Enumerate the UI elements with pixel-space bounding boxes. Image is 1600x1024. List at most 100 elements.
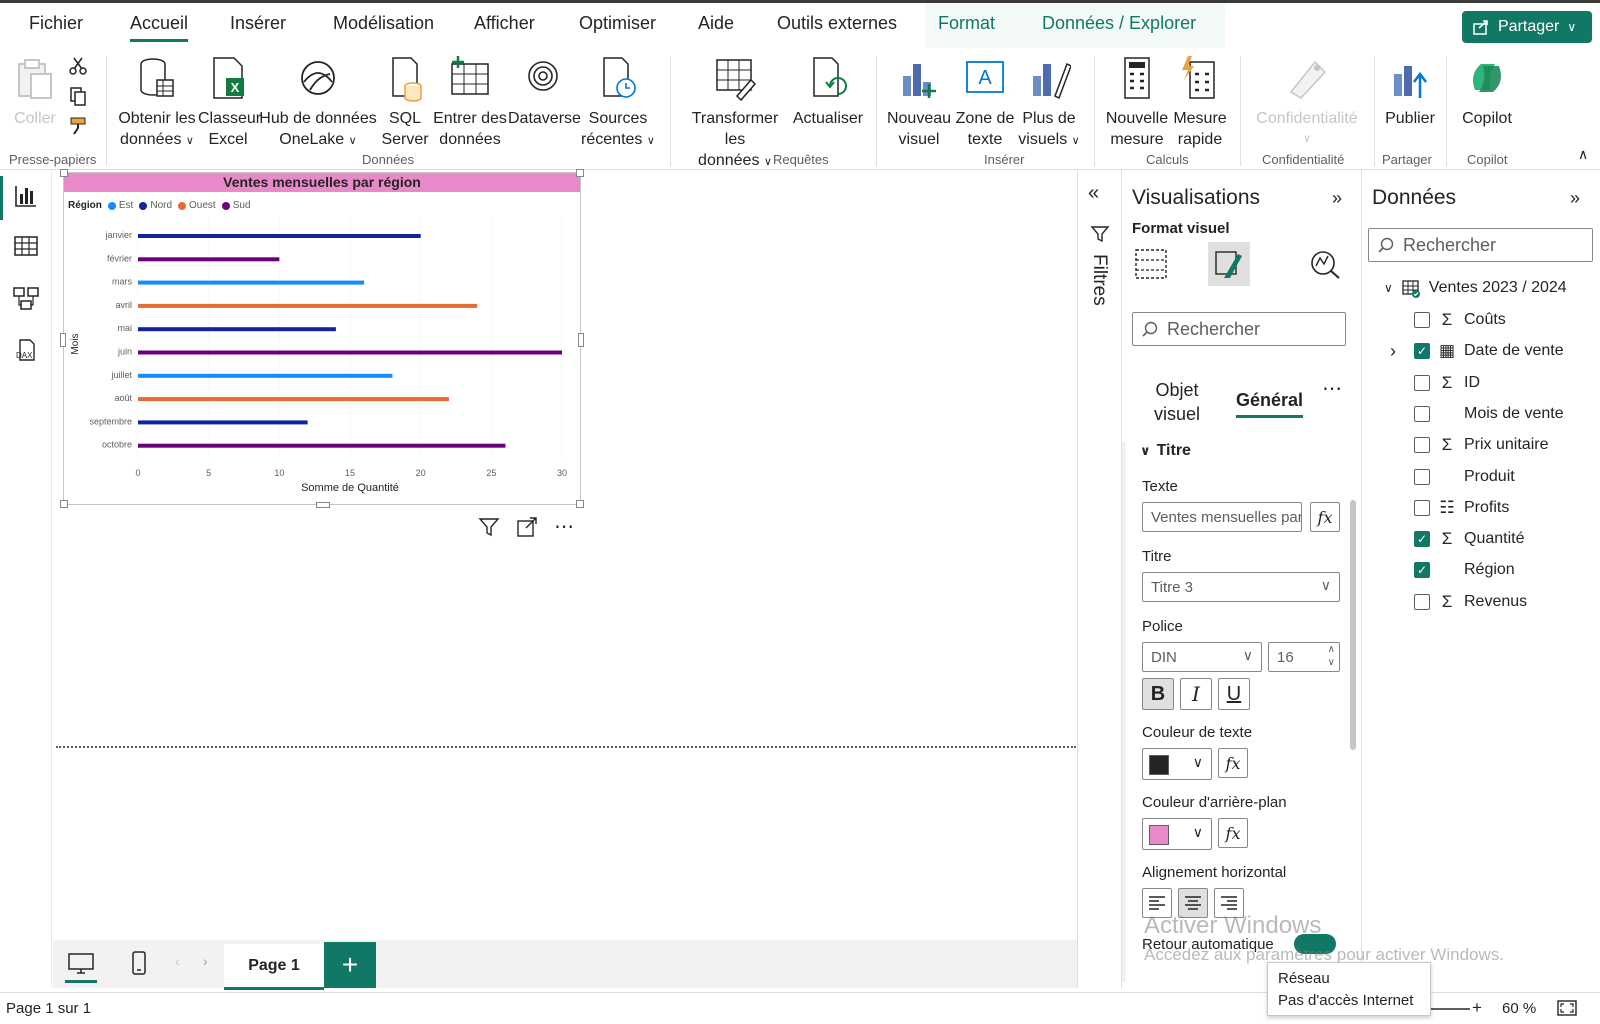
zoom-slider[interactable] <box>1430 1008 1470 1010</box>
add-page-button[interactable]: + <box>324 942 376 988</box>
tab-donnees-explorer[interactable]: Données / Explorer <box>1042 13 1196 34</box>
copilot-button[interactable]: Copilot <box>1456 54 1518 129</box>
resize-handle[interactable] <box>578 333 584 347</box>
zoom-in-button[interactable]: + <box>1472 998 1482 1018</box>
viz-search-box[interactable]: Rechercher <box>1132 312 1346 346</box>
get-data-button[interactable]: Obtenir les données ∨ <box>116 54 198 152</box>
mobile-layout-icon[interactable] <box>131 950 147 976</box>
excel-workbook-button[interactable]: X Classeur Excel <box>198 54 261 150</box>
font-family-dropdown[interactable]: DIN ∨ <box>1142 642 1262 672</box>
fx-button[interactable]: fx <box>1218 748 1248 778</box>
collapse-pane-icon[interactable]: » <box>1332 188 1342 209</box>
previous-page-icon[interactable]: ‹ <box>175 953 180 969</box>
resize-handle[interactable] <box>60 333 66 347</box>
bold-button[interactable]: B <box>1142 678 1174 710</box>
tab-inserer[interactable]: Insérer <box>230 13 286 34</box>
table-view-icon[interactable] <box>12 232 40 260</box>
build-visual-icon[interactable] <box>1134 248 1168 280</box>
recent-sources-button[interactable]: Sources récentes ∨ <box>580 54 656 152</box>
next-page-icon[interactable]: › <box>203 953 208 969</box>
analytics-icon[interactable] <box>1308 248 1342 280</box>
desktop-layout-icon[interactable] <box>67 952 95 976</box>
tab-modelisation[interactable]: Modélisation <box>333 13 434 34</box>
model-view-icon[interactable] <box>12 284 40 312</box>
bg-color-picker[interactable]: ∨ <box>1142 818 1212 850</box>
new-measure-button[interactable]: Nouvelle mesure <box>1104 54 1170 150</box>
fx-button[interactable]: fx <box>1218 818 1248 848</box>
field-checkbox[interactable] <box>1414 468 1430 485</box>
new-visual-button[interactable]: Nouveau visuel <box>886 54 952 150</box>
resize-handle[interactable] <box>60 500 68 508</box>
field-checkbox[interactable]: ✓ <box>1414 531 1430 548</box>
stepper-arrows-icon[interactable]: ∧ ∨ <box>1328 643 1335 669</box>
field-item[interactable]: Produit <box>1414 463 1515 491</box>
tab-aide[interactable]: Aide <box>698 13 734 34</box>
font-size-stepper[interactable]: 16 ∧ ∨ <box>1268 642 1340 672</box>
page-tab-1[interactable]: Page 1 <box>224 944 324 990</box>
collapse-ribbon-icon[interactable]: ∧ <box>1578 146 1588 163</box>
filter-icon[interactable] <box>478 516 500 538</box>
copy-icon[interactable] <box>68 86 88 106</box>
paste-button[interactable]: Coller <box>12 54 58 129</box>
field-item[interactable]: ☷ Profits <box>1414 494 1509 522</box>
field-checkbox[interactable]: ✓ <box>1414 343 1430 360</box>
field-checkbox[interactable] <box>1414 374 1430 391</box>
resize-handle[interactable] <box>576 169 584 177</box>
enter-data-button[interactable]: Entrer des données <box>432 54 508 150</box>
filters-pane-collapsed[interactable]: « Filtres <box>1077 170 1121 988</box>
field-item[interactable]: › ✓ ▦ Date de vente <box>1390 337 1564 365</box>
bar-chart-visual[interactable]: Ventes mensuelles par région Région Est … <box>60 169 584 508</box>
field-checkbox[interactable] <box>1414 593 1430 610</box>
tab-outils-externes[interactable]: Outils externes <box>777 13 897 34</box>
data-search-box[interactable]: Rechercher <box>1368 228 1593 262</box>
field-item[interactable]: Σ ID <box>1414 369 1480 397</box>
more-options-icon[interactable]: ⋯ <box>554 514 575 539</box>
more-visuals-button[interactable]: Plus de visuels ∨ <box>1016 54 1082 152</box>
field-item[interactable]: Mois de vente <box>1414 400 1564 428</box>
expand-filters-icon[interactable]: « <box>1088 182 1099 205</box>
underline-button[interactable]: U <box>1218 678 1250 710</box>
sql-server-button[interactable]: SQL Server <box>380 54 430 150</box>
format-visual-tab-active[interactable] <box>1208 242 1250 286</box>
field-item[interactable]: ✓ Σ Quantité <box>1414 525 1524 553</box>
tab-general[interactable]: Général <box>1236 390 1304 418</box>
sensitivity-button[interactable]: Confidentialité ∨ <box>1248 54 1366 150</box>
fx-button[interactable]: fx <box>1310 502 1340 532</box>
publish-button[interactable]: Publier <box>1380 54 1440 129</box>
report-view-icon[interactable] <box>12 182 40 210</box>
heading-style-dropdown[interactable]: Titre 3 ∨ <box>1142 572 1340 602</box>
tab-accueil[interactable]: Accueil <box>130 13 189 42</box>
fit-to-page-icon[interactable] <box>1556 999 1578 1017</box>
cut-icon[interactable] <box>68 56 88 76</box>
onelake-hub-button[interactable]: Hub de données OneLake ∨ <box>258 54 378 152</box>
title-text-input[interactable]: Ventes mensuelles par région <box>1142 502 1302 532</box>
tab-objet-visuel[interactable]: Objet visuel <box>1154 378 1200 426</box>
field-item[interactable]: Σ Revenus <box>1414 588 1527 616</box>
tab-fichier[interactable]: Fichier <box>29 13 83 34</box>
field-checkbox[interactable]: ✓ <box>1414 562 1430 579</box>
format-painter-icon[interactable] <box>68 116 88 136</box>
resize-handle[interactable] <box>316 502 330 508</box>
field-item[interactable]: Σ Prix unitaire <box>1414 431 1548 459</box>
expand-chevron-icon[interactable]: › <box>1390 341 1396 362</box>
quick-measure-button[interactable]: Mesure rapide <box>1170 54 1230 150</box>
share-button[interactable]: Partager ∨ <box>1462 11 1592 43</box>
table-node[interactable]: ∨ Ventes 2023 / 2024 <box>1384 278 1567 298</box>
scrollbar-thumb[interactable] <box>1350 500 1356 750</box>
tab-optimiser[interactable]: Optimiser <box>579 13 656 34</box>
tab-format[interactable]: Format <box>938 13 995 34</box>
field-checkbox[interactable] <box>1414 499 1430 516</box>
field-item[interactable]: ✓ Région <box>1414 556 1515 584</box>
field-checkbox[interactable] <box>1414 312 1430 328</box>
tab-afficher[interactable]: Afficher <box>474 13 535 34</box>
field-checkbox[interactable] <box>1414 405 1430 422</box>
text-color-picker[interactable]: ∨ <box>1142 748 1212 780</box>
refresh-button[interactable]: Actualiser <box>792 54 864 129</box>
focus-mode-icon[interactable] <box>516 516 538 538</box>
field-item[interactable]: Σ Coûts <box>1414 306 1506 334</box>
titre-section-header[interactable]: ∨ Titre <box>1140 442 1191 460</box>
collapse-pane-icon[interactable]: » <box>1570 188 1580 209</box>
field-checkbox[interactable] <box>1414 437 1430 454</box>
dataverse-button[interactable]: Dataverse <box>508 54 581 129</box>
resize-handle[interactable] <box>60 169 68 177</box>
